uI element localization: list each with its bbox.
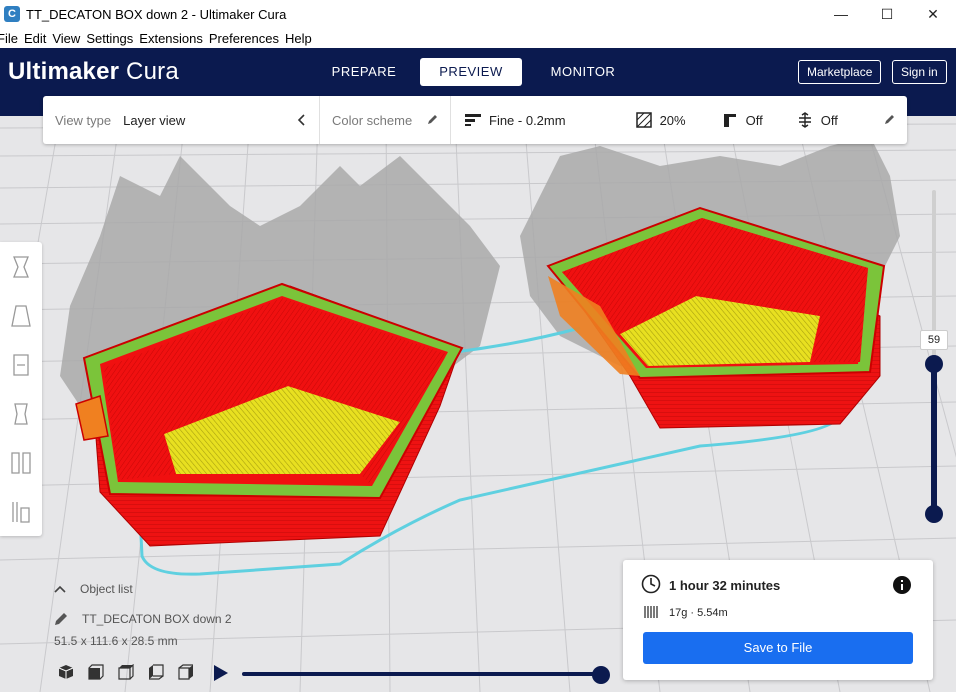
view-3d-button[interactable] — [56, 662, 76, 682]
view-right-button[interactable] — [176, 662, 196, 682]
support-value: Off — [745, 112, 763, 128]
model-tools-panel — [0, 242, 42, 536]
object-list-label: Object list — [80, 582, 133, 596]
menu-bar: File Edit View Settings Extensions Prefe… — [0, 28, 956, 48]
cube-top-icon — [118, 664, 134, 680]
object-info: Object list TT_DECATON BOX down 2 51.5 x… — [54, 578, 232, 652]
pencil-icon — [428, 115, 437, 124]
tab-monitor[interactable]: MONITOR — [538, 58, 628, 86]
move-icon — [13, 255, 29, 278]
sign-in-button[interactable]: Sign in — [892, 60, 947, 84]
material-usage: 17g · 5.54m — [669, 607, 728, 619]
menu-preferences[interactable]: Preferences — [209, 31, 279, 46]
cura-app-icon: C — [4, 6, 20, 22]
tab-preview[interactable]: PREVIEW — [420, 58, 522, 86]
window-title: TT_DECATON BOX down 2 - Ultimaker Cura — [26, 6, 287, 22]
path-slider-handle[interactable] — [592, 666, 610, 684]
adhesion-icon — [798, 112, 811, 128]
chevron-up-icon — [54, 585, 66, 593]
minimize-icon[interactable]: — — [818, 0, 864, 28]
cube-3d-icon — [58, 665, 74, 679]
clock-icon — [641, 574, 661, 594]
per-model-settings-button[interactable] — [0, 438, 42, 487]
profile-icon — [465, 114, 481, 126]
support-blocker-icon — [12, 501, 30, 523]
mirror-icon — [14, 402, 28, 425]
cura-window: C TT_DECATON BOX down 2 - Ultimaker Cura… — [0, 0, 956, 692]
rotate-icon — [13, 353, 29, 376]
chevron-left-icon — [297, 114, 305, 126]
view-type-selector[interactable]: View type Layer view — [43, 96, 319, 144]
layer-number-field[interactable]: 59 — [920, 330, 948, 350]
object-list-toggle[interactable]: Object list — [54, 578, 232, 600]
view-type-value: Layer view — [123, 112, 186, 128]
pencil-icon — [55, 613, 67, 625]
infill-value: 20% — [659, 112, 686, 128]
adhesion-value: Off — [820, 112, 838, 128]
scale-icon — [11, 304, 31, 327]
color-scheme-label: Color scheme — [332, 112, 413, 128]
object-dimensions: 51.5 x 111.6 x 28.5 mm — [54, 634, 178, 648]
menu-extensions[interactable]: Extensions — [139, 31, 203, 46]
quality-profile: Fine - 0.2mm — [489, 112, 566, 128]
menu-view[interactable]: View — [52, 31, 80, 46]
play-icon[interactable] — [214, 665, 228, 681]
menu-help[interactable]: Help — [285, 31, 312, 46]
pencil-icon[interactable] — [883, 114, 895, 126]
layer-slider-lower-handle[interactable] — [925, 505, 943, 523]
save-to-file-button[interactable]: Save to File — [643, 632, 913, 664]
layer-slider-range[interactable] — [931, 364, 937, 514]
tab-prepare[interactable]: PREPARE — [320, 58, 408, 86]
color-scheme-selector[interactable]: Color scheme — [320, 96, 450, 144]
mirror-tool-button[interactable] — [0, 389, 42, 438]
print-settings-summary[interactable]: Fine - 0.2mm 20% Off Off — [451, 96, 907, 144]
menu-file[interactable]: File — [0, 31, 18, 46]
object-dimensions-row: 51.5 x 111.6 x 28.5 mm — [54, 630, 232, 652]
view-type-label: View type — [55, 112, 112, 128]
print-time: 1 hour 32 minutes — [669, 578, 781, 593]
menu-settings[interactable]: Settings — [86, 31, 133, 46]
menu-edit[interactable]: Edit — [24, 31, 46, 46]
window-controls: — ☐ ✕ — [818, 0, 956, 28]
scale-tool-button[interactable] — [0, 291, 42, 340]
info-icon[interactable] — [893, 576, 911, 594]
rotate-tool-button[interactable] — [0, 340, 42, 389]
view-left-button[interactable] — [146, 662, 166, 682]
close-icon[interactable]: ✕ — [910, 0, 956, 28]
print-info-panel: 1 hour 32 minutes 17g · 5.54m Save to Fi… — [623, 560, 933, 680]
spool-icon — [644, 606, 658, 618]
title-bar: C TT_DECATON BOX down 2 - Ultimaker Cura… — [0, 0, 956, 28]
support-icon — [723, 114, 736, 127]
cube-front-icon — [88, 664, 104, 680]
per-model-settings-icon — [11, 451, 31, 474]
camera-view-buttons — [56, 662, 196, 682]
path-slider-track[interactable] — [242, 672, 600, 676]
marketplace-button[interactable]: Marketplace — [798, 60, 882, 84]
move-tool-button[interactable] — [0, 242, 42, 291]
view-top-button[interactable] — [116, 662, 136, 682]
object-name: TT_DECATON BOX down 2 — [82, 612, 232, 626]
ultimaker-cura-logo: Ultimaker Cura — [8, 58, 179, 85]
infill-icon — [635, 112, 652, 128]
view-front-button[interactable] — [86, 662, 106, 682]
object-name-row[interactable]: TT_DECATON BOX down 2 — [54, 608, 232, 630]
maximize-icon[interactable]: ☐ — [864, 0, 910, 28]
view-toolbar: View type Layer view Color scheme Fine -… — [43, 96, 907, 144]
cube-right-icon — [178, 664, 193, 680]
support-blocker-button[interactable] — [0, 487, 42, 536]
cube-left-icon — [149, 664, 164, 680]
